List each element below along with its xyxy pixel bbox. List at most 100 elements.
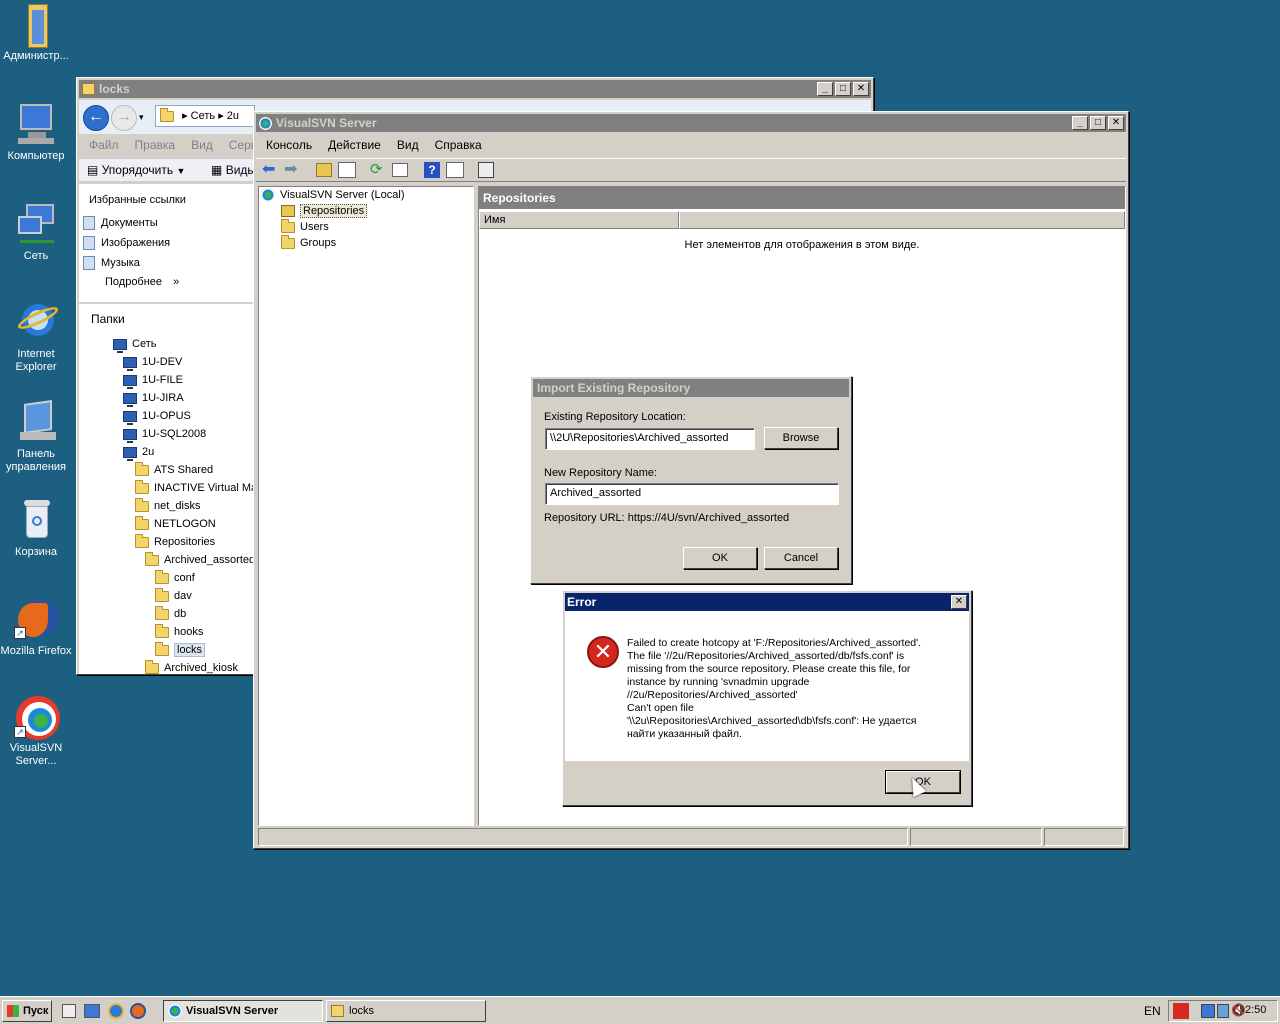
help-icon[interactable]: ? xyxy=(424,162,440,178)
cancel-button[interactable]: Cancel xyxy=(764,547,838,569)
tree-item-server-root[interactable]: VisualSVN Server (Local) xyxy=(261,187,405,203)
tree-item-net-disks[interactable]: net_disks xyxy=(135,497,200,514)
close-button[interactable]: ✕ xyxy=(853,82,869,96)
tree-item-groups[interactable]: Groups xyxy=(281,234,336,251)
back-button[interactable]: ← xyxy=(83,105,109,131)
clock[interactable]: 2:50 xyxy=(1245,1004,1266,1016)
safely-remove-tray-icon[interactable] xyxy=(1217,1004,1229,1018)
desktop-icon-ie[interactable]: Internet Explorer xyxy=(0,300,72,374)
antivirus-tray-icon[interactable] xyxy=(1173,1003,1189,1019)
tree-item-ats-shared[interactable]: ATS Shared xyxy=(135,461,213,478)
desktop-icon-visualsvn[interactable]: ↗ VisualSVN Server... xyxy=(0,694,72,768)
forward-arrow-icon[interactable]: ➡ xyxy=(284,161,297,179)
computer-icon xyxy=(14,102,58,146)
tree-item-archived-kiosk[interactable]: Archived_kiosk xyxy=(145,659,238,674)
close-button[interactable]: ✕ xyxy=(1108,116,1124,130)
quicklaunch-ie-icon[interactable] xyxy=(108,1003,124,1019)
desktop-icon-admin[interactable]: Администр... xyxy=(0,2,72,63)
tree-item-inactive-virtual-mac[interactable]: INACTIVE Virtual Mac xyxy=(135,479,253,496)
show-hide-tree-icon[interactable] xyxy=(338,162,356,178)
tree-item-1u-file[interactable]: 1U-FILE xyxy=(123,372,183,389)
volume-tray-icon[interactable]: 🔇 xyxy=(1231,1003,1246,1017)
up-folder-icon[interactable] xyxy=(316,163,332,177)
quicklaunch-show-desktop-icon[interactable] xyxy=(62,1004,76,1018)
location-input[interactable]: \\2U\Repositories\Archived_assorted xyxy=(545,428,755,450)
desktop-icon-computer[interactable]: Компьютер xyxy=(0,102,72,163)
export-list-icon[interactable] xyxy=(392,163,408,177)
history-dropdown-icon[interactable]: ▾ xyxy=(139,112,144,123)
folders-header[interactable]: Папки xyxy=(91,312,125,326)
maximize-button[interactable]: □ xyxy=(1090,116,1106,130)
menu-console[interactable]: Консоль xyxy=(258,136,320,154)
menu-view[interactable]: Вид xyxy=(389,136,427,154)
tree-item-сеть[interactable]: Сеть xyxy=(113,336,156,353)
properties-icon[interactable] xyxy=(478,162,494,178)
language-indicator[interactable]: EN xyxy=(1144,1004,1161,1018)
network-tray-icon[interactable] xyxy=(1201,1004,1215,1018)
favorite-music[interactable]: Музыка xyxy=(83,256,140,270)
dialog-titlebar[interactable]: Import Existing Repository xyxy=(533,379,849,397)
location-label: Existing Repository Location: xyxy=(544,411,686,423)
tree-item-2u[interactable]: 2u xyxy=(123,444,154,461)
chevron-down-icon: ▼ xyxy=(176,166,186,176)
tree-item-dav[interactable]: dav xyxy=(155,587,192,604)
favorite-pictures[interactable]: Изображения xyxy=(83,236,170,250)
tree-item-1u-sql2008[interactable]: 1U-SQL2008 xyxy=(123,426,206,443)
menu-edit[interactable]: Правка xyxy=(127,136,184,154)
back-arrow-icon[interactable]: ⬅ xyxy=(262,161,275,179)
address-segment-2u[interactable]: 2u xyxy=(227,110,239,122)
tree-item-repositories[interactable]: Repositories xyxy=(135,533,215,550)
repository-name-input[interactable]: Archived_assorted xyxy=(545,483,839,505)
error-dialog[interactable]: Error ✕ ✕ Failed to create hotcopy at 'F… xyxy=(562,590,972,806)
tree-item-conf[interactable]: conf xyxy=(155,569,195,586)
desktop-icon-label: Корзина xyxy=(15,546,57,558)
visualsvn-titlebar[interactable]: VisualSVN Server _ □ ✕ xyxy=(256,114,1126,132)
menu-file[interactable]: Файл xyxy=(81,136,127,154)
quicklaunch-firefox-icon[interactable] xyxy=(130,1003,146,1019)
views-button[interactable]: ▦ Виды xyxy=(211,162,256,178)
computer-icon xyxy=(123,410,137,425)
tree-item-hooks[interactable]: hooks xyxy=(155,623,203,640)
refresh-icon[interactable]: ⟳ xyxy=(370,161,383,179)
minimize-button[interactable]: _ xyxy=(1072,116,1088,130)
explorer-titlebar[interactable]: locks _ □ ✕ xyxy=(79,80,871,98)
menu-help[interactable]: Справка xyxy=(427,136,490,154)
tree-item-1u-opus[interactable]: 1U-OPUS xyxy=(123,408,191,425)
ok-button[interactable]: OK xyxy=(683,547,757,569)
tree-item-repositories[interactable]: Repositories xyxy=(281,203,368,219)
task-locks[interactable]: locks xyxy=(326,1000,486,1022)
tree-item-netlogon[interactable]: NETLOGON xyxy=(135,515,216,532)
tree-item-1u-jira[interactable]: 1U-JIRA xyxy=(123,390,184,407)
browse-button[interactable]: Browse xyxy=(764,427,838,449)
favorites-more[interactable]: Подробнее » xyxy=(105,276,179,288)
tree-item-1u-dev[interactable]: 1U-DEV xyxy=(123,354,182,371)
address-bar[interactable]: ▸ Сеть ▸ 2u xyxy=(155,105,255,127)
desktop-icon-firefox[interactable]: ↗ Mozilla Firefox xyxy=(0,597,72,658)
column-header-name[interactable]: Имя xyxy=(479,211,679,229)
task-visualsvn[interactable]: VisualSVN Server xyxy=(163,1000,323,1022)
favorite-documents[interactable]: Документы xyxy=(83,216,158,230)
organize-button[interactable]: ▤ Упорядочить ▼ xyxy=(87,162,185,179)
desktop-icon-recycle-bin[interactable]: Корзина xyxy=(0,498,72,559)
import-repository-dialog[interactable]: Import Existing Repository Existing Repo… xyxy=(530,376,852,584)
tree-item-archived-assorted[interactable]: Archived_assorted xyxy=(145,551,253,568)
tree-item-locks[interactable]: locks xyxy=(155,641,206,658)
tree-item-db[interactable]: db xyxy=(155,605,186,622)
desktop-icon-control-panel[interactable]: Панель управления xyxy=(0,400,72,474)
maximize-button[interactable]: □ xyxy=(835,82,851,96)
minimize-button[interactable]: _ xyxy=(817,82,833,96)
error-titlebar[interactable]: Error ✕ xyxy=(565,593,969,611)
documents-icon xyxy=(83,216,95,230)
quicklaunch-switch-windows-icon[interactable] xyxy=(84,1004,100,1018)
recycle-bin-icon xyxy=(14,498,58,542)
address-segment-network[interactable]: Сеть xyxy=(191,110,215,122)
desktop-icon-network[interactable]: Сеть xyxy=(0,202,72,263)
start-button[interactable]: Пуск xyxy=(2,1000,52,1022)
tree-item-users[interactable]: Users xyxy=(281,218,329,235)
forward-button[interactable]: → xyxy=(111,105,137,131)
status-panel-main xyxy=(258,828,908,846)
menu-action[interactable]: Действие xyxy=(320,136,389,154)
menu-view[interactable]: Вид xyxy=(183,136,221,154)
close-button[interactable]: ✕ xyxy=(951,595,967,609)
show-hide-action-pane-icon[interactable] xyxy=(446,162,464,178)
